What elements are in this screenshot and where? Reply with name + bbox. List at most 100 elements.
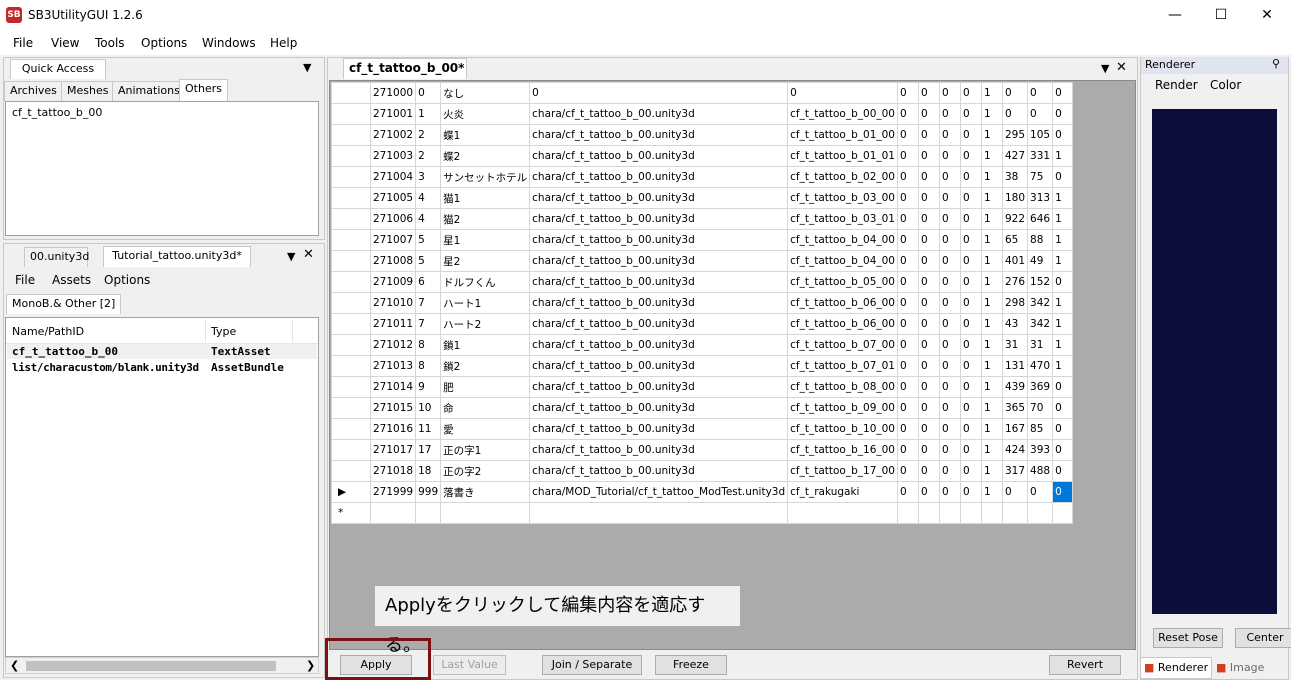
grid-cell[interactable] bbox=[415, 502, 442, 524]
grid-cell[interactable] bbox=[369, 502, 417, 524]
grid-cell[interactable]: cf_t_tattoo_b_03_01 bbox=[787, 208, 898, 230]
grid-cell[interactable]: 0 bbox=[917, 187, 940, 209]
grid-cell[interactable]: 470 bbox=[1027, 355, 1054, 377]
tab-cf-t-tattoo[interactable]: cf_t_tattoo_b_00* bbox=[343, 58, 467, 79]
row-header[interactable] bbox=[331, 145, 371, 167]
grid-cell[interactable]: 0 bbox=[917, 439, 940, 461]
grid-cell[interactable]: 0 bbox=[1052, 271, 1074, 293]
tab-monob-other[interactable]: MonoB.& Other [2] bbox=[6, 294, 122, 314]
grid-cell[interactable]: 9 bbox=[415, 376, 442, 398]
grid-cell[interactable]: 0 bbox=[938, 124, 961, 146]
grid-cell[interactable]: 11 bbox=[415, 418, 442, 440]
grid-cell[interactable]: chara/cf_t_tattoo_b_00.unity3d bbox=[529, 355, 789, 377]
grid-cell[interactable]: 393 bbox=[1027, 439, 1054, 461]
grid-cell[interactable]: 271002 bbox=[369, 124, 417, 146]
grid-cell[interactable]: 1 bbox=[980, 271, 1003, 293]
grid-cell[interactable]: 0 bbox=[959, 124, 982, 146]
grid-cell[interactable]: 70 bbox=[1027, 397, 1054, 419]
grid-cell[interactable]: cf_t_tattoo_b_10_00 bbox=[787, 418, 898, 440]
grid-cell[interactable]: 0 bbox=[917, 229, 940, 251]
grid-cell[interactable]: ドルフくん bbox=[440, 271, 531, 293]
grid-cell[interactable]: 180 bbox=[1001, 187, 1029, 209]
grid-cell[interactable]: 1 bbox=[980, 124, 1003, 146]
grid-cell[interactable]: 0 bbox=[1052, 124, 1074, 146]
grid-cell[interactable]: 0 bbox=[896, 439, 919, 461]
grid-cell[interactable]: 271016 bbox=[369, 418, 417, 440]
menu-options[interactable]: Options bbox=[104, 273, 150, 287]
grid-cell[interactable]: 1 bbox=[1052, 355, 1074, 377]
grid-cell[interactable]: 1 bbox=[980, 376, 1003, 398]
grid-cell[interactable]: 0 bbox=[938, 208, 961, 230]
grid-cell[interactable]: 0 bbox=[896, 481, 919, 503]
grid-cell[interactable]: cf_t_tattoo_b_02_00 bbox=[787, 166, 898, 188]
grid-cell[interactable]: 0 bbox=[787, 82, 898, 104]
grid-cell[interactable]: 271004 bbox=[369, 166, 417, 188]
grid-cell[interactable]: chara/cf_t_tattoo_b_00.unity3d bbox=[529, 166, 789, 188]
grid-cell[interactable]: 0 bbox=[896, 271, 919, 293]
grid-cell[interactable]: 愛 bbox=[440, 418, 531, 440]
grid-cell[interactable]: 1 bbox=[980, 82, 1003, 104]
grid-cell[interactable]: cf_t_tattoo_b_00_00 bbox=[787, 103, 898, 125]
reset-pose-button[interactable]: Reset Pose bbox=[1153, 628, 1223, 648]
grid-cell[interactable]: 0 bbox=[917, 82, 940, 104]
row-header[interactable] bbox=[331, 355, 371, 377]
row-header[interactable] bbox=[331, 439, 371, 461]
grid-cell[interactable]: 0 bbox=[1052, 397, 1074, 419]
grid-cell[interactable]: 0 bbox=[959, 250, 982, 272]
join-separate-button[interactable]: Join / Separate bbox=[542, 655, 642, 675]
grid-cell[interactable]: 365 bbox=[1001, 397, 1029, 419]
grid-cell[interactable]: 0 bbox=[415, 82, 442, 104]
grid-cell[interactable]: cf_t_tattoo_b_01_00 bbox=[787, 124, 898, 146]
grid-cell[interactable]: 0 bbox=[896, 418, 919, 440]
table-row[interactable]: cf_t_tattoo_b_00 TextAsset bbox=[7, 344, 317, 359]
grid-cell[interactable]: 0 bbox=[938, 418, 961, 440]
grid-cell[interactable]: 342 bbox=[1027, 292, 1054, 314]
grid-cell[interactable] bbox=[440, 502, 531, 524]
scroll-right-icon[interactable]: ❯ bbox=[306, 659, 315, 672]
grid-cell[interactable]: 271017 bbox=[369, 439, 417, 461]
grid-cell[interactable]: chara/cf_t_tattoo_b_00.unity3d bbox=[529, 124, 789, 146]
grid-cell[interactable]: 0 bbox=[938, 376, 961, 398]
grid-cell[interactable]: 0 bbox=[959, 397, 982, 419]
table-row[interactable]: 271000 0 なし 0 0 0 0 0 0 1 0 0 0 bbox=[331, 82, 1074, 104]
grid-cell[interactable]: 152 bbox=[1027, 271, 1054, 293]
grid-cell[interactable]: 1 bbox=[980, 166, 1003, 188]
close-icon[interactable]: ✕ bbox=[303, 247, 314, 262]
row-header[interactable] bbox=[331, 397, 371, 419]
grid-cell[interactable]: 369 bbox=[1027, 376, 1054, 398]
pin-icon[interactable]: ⚲ bbox=[1272, 57, 1280, 70]
grid-cell[interactable] bbox=[938, 502, 961, 524]
grid-cell[interactable]: cf_t_tattoo_b_01_01 bbox=[787, 145, 898, 167]
grid-cell[interactable]: 0 bbox=[896, 460, 919, 482]
grid-cell[interactable]: 0 bbox=[938, 334, 961, 356]
row-header[interactable] bbox=[331, 292, 371, 314]
menu-file[interactable]: File bbox=[15, 273, 35, 287]
grid-cell[interactable]: 31 bbox=[1001, 334, 1029, 356]
grid-cell[interactable]: 31 bbox=[1027, 334, 1054, 356]
column-header-name[interactable]: Name/PathID bbox=[12, 325, 84, 338]
grid-cell[interactable]: 蝶2 bbox=[440, 145, 531, 167]
table-row[interactable]: 271004 3 サンセットホテル chara/cf_t_tattoo_b_00.un… bbox=[331, 166, 1074, 188]
grid-cell[interactable]: 0 bbox=[896, 250, 919, 272]
grid-cell[interactable]: 1 bbox=[980, 187, 1003, 209]
grid-cell[interactable]: 0 bbox=[938, 460, 961, 482]
table-row[interactable]: 271015 10 命 chara/cf_t_tattoo_b_00.unity3d c… bbox=[331, 397, 1074, 419]
grid-cell[interactable]: chara/cf_t_tattoo_b_00.unity3d bbox=[529, 418, 789, 440]
column-divider[interactable] bbox=[292, 320, 293, 342]
grid-cell[interactable]: 0 bbox=[1001, 481, 1029, 503]
tab-others[interactable]: Others bbox=[179, 79, 228, 101]
grid-cell[interactable]: 0 bbox=[959, 82, 982, 104]
grid-cell[interactable]: 正の字2 bbox=[440, 460, 531, 482]
menu-windows[interactable]: Windows bbox=[202, 36, 256, 50]
row-header[interactable]: * bbox=[331, 502, 371, 524]
grid-cell[interactable]: 猫2 bbox=[440, 208, 531, 230]
grid-cell[interactable]: 0 bbox=[938, 229, 961, 251]
grid-cell[interactable]: chara/cf_t_tattoo_b_00.unity3d bbox=[529, 334, 789, 356]
grid-cell[interactable]: 1 bbox=[980, 250, 1003, 272]
apply-button[interactable]: Apply bbox=[340, 655, 412, 675]
close-icon[interactable]: ✕ bbox=[1116, 60, 1127, 75]
grid-cell[interactable]: 271010 bbox=[369, 292, 417, 314]
grid-cell[interactable]: 0 bbox=[917, 271, 940, 293]
menu-render[interactable]: Render bbox=[1155, 78, 1198, 92]
grid-cell[interactable]: 75 bbox=[1027, 166, 1054, 188]
